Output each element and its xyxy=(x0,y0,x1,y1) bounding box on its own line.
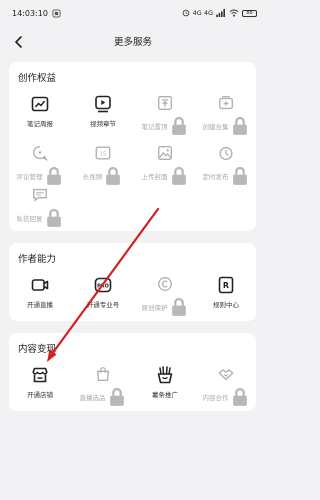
status-bar: 14:03:10 4G 4G 88 xyxy=(0,0,266,26)
section-title: 创作权益 xyxy=(18,73,57,84)
grid-item-text: 创建合集 xyxy=(202,123,229,131)
grid-item-label: 长视频 xyxy=(83,166,124,186)
grid-item-label: 笔记周报 xyxy=(27,120,53,128)
network-indicator: 4G 4G xyxy=(192,9,213,17)
lock-icon xyxy=(171,166,186,185)
status-left: 14:03:10 xyxy=(12,9,61,18)
grid-item-text: 私信回复 xyxy=(16,215,43,223)
status-right: 4G 4G 88 xyxy=(182,9,257,17)
grid-item-text: 笔记置顶 xyxy=(141,123,168,131)
grid-item-label: 内容合作 xyxy=(203,387,250,407)
chevron-left-icon xyxy=(15,36,22,48)
grid-item-video-chapter[interactable]: 视频章节 xyxy=(75,94,131,136)
svg-text:15: 15 xyxy=(100,151,106,157)
grid-item-live-selection[interactable]: 直播选品 xyxy=(75,365,131,407)
rules-center-icon: R xyxy=(218,276,234,294)
grid-item-text: 直播选品 xyxy=(79,394,106,402)
wifi-icon xyxy=(229,9,239,17)
signal-icon xyxy=(216,9,225,17)
status-time: 14:03:10 xyxy=(12,8,48,18)
grid-item-long-video[interactable]: 15 长视频 xyxy=(75,144,131,186)
notification-icon xyxy=(52,8,61,18)
lock-icon xyxy=(171,297,186,316)
grid-item-label: 私信回复 xyxy=(17,208,64,228)
section-creator-benefits: 创作权益 笔记周报 视频章节 笔记置顶 创建合集 评论管理 15 长视频 上传封… xyxy=(9,62,256,231)
grid-item-text: 上传封面 xyxy=(141,173,168,181)
grid-item-label: 原创保护 xyxy=(142,297,189,317)
grid-item-content-cooperation[interactable]: 内容合作 xyxy=(198,365,254,407)
page-title: 更多服务 xyxy=(113,37,152,48)
live-icon xyxy=(31,279,49,291)
grid-item-note-pin[interactable]: 笔记置顶 xyxy=(137,94,193,136)
shopping-bag-icon xyxy=(96,367,110,381)
grid-item-create-collection[interactable]: 创建合集 xyxy=(198,94,254,136)
lock-icon xyxy=(232,116,247,135)
svg-text:PRO: PRO xyxy=(97,283,109,289)
grid-item-fries-promotion[interactable]: 薯条推广 xyxy=(137,365,193,407)
grid-item-label: 规则中心 xyxy=(213,301,239,309)
section-content-monetization: 内容变现 开通店铺 直播选品 薯条推广 内容合作 xyxy=(9,333,256,411)
grid-item-label: 创建合集 xyxy=(203,116,250,136)
lock-icon xyxy=(232,166,247,185)
nav-bar: 更多服务 xyxy=(0,26,266,56)
grid-item-note-weekly[interactable]: 笔记周报 xyxy=(12,94,68,136)
grid-item-label: 上传封面 xyxy=(142,166,189,186)
grid-item-comment-manage[interactable]: 评论管理 xyxy=(12,144,68,186)
grid-item-label: 薯条推广 xyxy=(152,391,178,399)
grid-item-text: 内容合作 xyxy=(202,394,229,402)
upload-cover-icon xyxy=(158,146,172,160)
grid-item-original-protection[interactable]: 原创保护 xyxy=(137,275,193,317)
grid-item-label: 评论管理 xyxy=(17,166,64,186)
lock-icon xyxy=(232,387,247,406)
grid-item-open-store[interactable]: 开通店铺 xyxy=(12,365,68,407)
message-reply-icon xyxy=(33,188,47,202)
grid-item-label: 开通专业号 xyxy=(86,301,120,309)
grid-item-scheduled-publish[interactable]: 定时发布 xyxy=(198,144,254,186)
video-chapter-icon xyxy=(95,95,111,113)
section-title: 内容变现 xyxy=(18,344,57,355)
fries-promo-icon xyxy=(157,366,173,384)
grid-item-text: 评论管理 xyxy=(16,173,43,181)
grid-item-open-live[interactable]: 开通直播 xyxy=(12,275,68,317)
pin-top-icon xyxy=(158,96,172,110)
grid-item-label: 直播选品 xyxy=(80,387,127,407)
chart-icon xyxy=(31,96,49,112)
back-button[interactable] xyxy=(12,34,26,48)
comment-manage-icon xyxy=(32,146,49,161)
alarm-icon xyxy=(182,9,189,17)
lock-icon xyxy=(106,166,121,185)
section-title: 作者能力 xyxy=(18,254,57,265)
grid-item-text: 长视频 xyxy=(82,173,103,181)
grid-item-rules-center[interactable]: R 规则中心 xyxy=(198,275,254,317)
cooperation-icon xyxy=(218,369,234,381)
long-video-icon: 15 xyxy=(95,146,111,160)
lock-icon xyxy=(46,166,61,185)
grid-item-label: 开通直播 xyxy=(27,301,53,309)
grid-item-label: 笔记置顶 xyxy=(142,116,189,136)
grid-item-upload-cover[interactable]: 上传封面 xyxy=(137,144,193,186)
lock-icon xyxy=(171,116,186,135)
lock-icon xyxy=(46,208,61,227)
grid-item-pro-account[interactable]: PRO 开通专业号 xyxy=(75,275,131,317)
section-author-abilities: 作者能力 开通直播 PRO 开通专业号 原创保护 R 规则中心 xyxy=(9,243,256,321)
grid-item-text: 原创保护 xyxy=(141,304,168,312)
grid-item-label: 视频章节 xyxy=(90,120,116,128)
store-icon xyxy=(32,367,48,383)
copyright-icon xyxy=(158,277,172,291)
svg-text:R: R xyxy=(223,281,229,290)
collection-add-icon xyxy=(219,96,233,110)
grid-item-text: 定时发布 xyxy=(202,173,229,181)
pro-account-icon: PRO xyxy=(94,277,112,293)
timer-icon xyxy=(219,146,233,160)
grid-item-label: 定时发布 xyxy=(203,166,250,186)
grid-item-message-reply[interactable]: 私信回复 xyxy=(12,186,68,228)
grid-item-label: 开通店铺 xyxy=(27,391,53,399)
lock-icon xyxy=(109,387,124,406)
battery-indicator: 88 xyxy=(242,9,257,17)
